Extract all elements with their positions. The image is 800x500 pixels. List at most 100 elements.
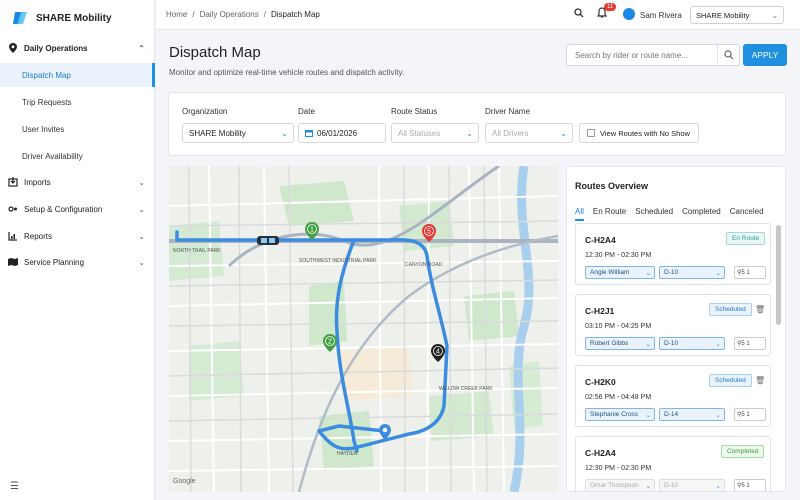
chevron-down-icon: ⌄ bbox=[645, 483, 651, 490]
map-canvas[interactable] bbox=[169, 166, 558, 492]
sidebar-item-label: Dispatch Map bbox=[22, 70, 71, 80]
sidebar-item-trip-requests[interactable]: Trip Requests bbox=[0, 90, 155, 114]
chevron-down-icon: ⌄ bbox=[138, 178, 145, 187]
vehicle-select[interactable]: D-10 ⌄ bbox=[659, 266, 725, 279]
sidebar-item-label: Driver Availability bbox=[22, 151, 83, 161]
app-name: SHARE Mobility bbox=[36, 12, 112, 24]
tab-en-route[interactable]: En Route bbox=[593, 207, 626, 221]
driver-select-value: Stephanie Cross bbox=[590, 411, 639, 418]
sidebar-section-service-planning[interactable]: Service Planning ⌄ bbox=[0, 249, 155, 275]
chevron-down-icon: ⌄ bbox=[138, 232, 145, 241]
driver-name-placeholder: All Drivers bbox=[492, 129, 529, 138]
app-logo[interactable]: SHARE Mobility bbox=[12, 10, 112, 26]
chevron-down-icon: ⌄ bbox=[138, 205, 145, 214]
chevron-down-icon: ⌄ bbox=[138, 258, 145, 267]
vehicle-select-value: D-10 bbox=[664, 269, 679, 276]
sidebar-section-imports[interactable]: Imports ⌄ bbox=[0, 169, 155, 195]
settings-icon bbox=[8, 204, 18, 214]
date-field[interactable]: 06/01/2026 bbox=[298, 123, 386, 143]
date-label: Date bbox=[298, 107, 315, 116]
breadcrumb-home[interactable]: Home bbox=[166, 10, 187, 19]
rider-count-value: 5 1 bbox=[741, 270, 750, 276]
route-name: C-H2K0 bbox=[585, 377, 616, 387]
organization-filter[interactable]: SHARE Mobility ⌄ bbox=[182, 123, 294, 143]
trash-icon[interactable]: 🗑 bbox=[755, 376, 765, 385]
status-badge: En Route bbox=[726, 232, 766, 245]
tab-scheduled[interactable]: Scheduled bbox=[635, 207, 673, 221]
chevron-down-icon: ⌄ bbox=[645, 412, 651, 419]
driver-select[interactable]: Stephanie Cross ⌄ bbox=[585, 408, 655, 421]
chevron-down-icon: ⌄ bbox=[281, 129, 288, 138]
map-label: NORTH TRAIL PARK bbox=[173, 248, 221, 254]
scrollbar[interactable] bbox=[776, 225, 781, 325]
route-status-filter[interactable]: All Statuses ⌄ bbox=[391, 123, 479, 143]
no-show-label: View Routes with No Show bbox=[600, 129, 690, 138]
tab-canceled[interactable]: Canceled bbox=[730, 207, 764, 221]
chevron-down-icon: ⌄ bbox=[715, 412, 721, 419]
rider-route-search[interactable] bbox=[566, 44, 740, 66]
tab-all[interactable]: All bbox=[575, 207, 584, 221]
search-input[interactable] bbox=[567, 45, 717, 65]
route-card[interactable]: C-H2A4 Completed 12:30 PM - 02:30 PM Oma… bbox=[575, 436, 771, 491]
sidebar-item-user-invites[interactable]: User Invites bbox=[0, 117, 155, 141]
search-icon[interactable] bbox=[717, 45, 739, 65]
collapse-menu-icon[interactable]: ☰ bbox=[10, 481, 19, 492]
breadcrumb-daily-operations[interactable]: Daily Operations bbox=[200, 10, 259, 19]
chevron-up-icon: ⌃ bbox=[138, 44, 145, 53]
route-name: C-H2A4 bbox=[585, 448, 616, 458]
vehicle-select-value: D-14 bbox=[664, 411, 679, 418]
routes-overview-panel: Routes Overview All En Route Scheduled C… bbox=[566, 166, 786, 492]
vehicle-select-value: D-10 bbox=[664, 482, 679, 489]
route-time: 03:10 PM - 04:25 PM bbox=[585, 323, 652, 330]
route-status-placeholder: All Statuses bbox=[398, 129, 441, 138]
sidebar-item-dispatch-map[interactable]: Dispatch Map bbox=[0, 63, 155, 87]
trash-icon[interactable]: 🗑 bbox=[755, 305, 765, 314]
vehicle-select: D-10 ⌄ bbox=[659, 479, 725, 491]
route-card[interactable]: C-H2J1 Scheduled 🗑 03:10 PM - 04:25 PM R… bbox=[575, 294, 771, 356]
vehicle-select[interactable]: D-14 ⌄ bbox=[659, 408, 725, 421]
sidebar-item-driver-availability[interactable]: Driver Availability bbox=[0, 144, 155, 168]
vehicle-select[interactable]: D-10 ⌄ bbox=[659, 337, 725, 350]
chevron-down-icon: ⌄ bbox=[466, 129, 473, 138]
sidebar-item-label: Trip Requests bbox=[22, 97, 72, 107]
sidebar-section-daily-operations[interactable]: Daily Operations ⌃ bbox=[0, 35, 155, 61]
chevron-down-icon: ⌄ bbox=[645, 341, 651, 348]
vehicle-icon[interactable] bbox=[257, 236, 279, 245]
tab-completed[interactable]: Completed bbox=[682, 207, 721, 221]
apply-button[interactable]: APPLY bbox=[743, 44, 787, 66]
route-card[interactable]: C-H2A4 En Route 12:30 PM - 02:30 PM Angi… bbox=[575, 223, 771, 285]
driver-select[interactable]: Robert Gibbs ⌄ bbox=[585, 337, 655, 350]
no-show-toggle[interactable]: View Routes with No Show bbox=[579, 123, 699, 143]
status-badge: Scheduled bbox=[709, 374, 752, 387]
rider-count: ⚲5 1 bbox=[734, 479, 766, 491]
user-name[interactable]: Sam Rivera bbox=[640, 11, 682, 20]
dispatch-map[interactable]: 1 2 4 5 NORTH TRAIL PARK SOUTHWEST INDUS… bbox=[169, 166, 558, 492]
page-title: Dispatch Map bbox=[169, 44, 261, 61]
driver-select-value: Omar Thompson bbox=[590, 482, 639, 489]
driver-select[interactable]: Angie William ⌄ bbox=[585, 266, 655, 279]
sidebar-section-reports[interactable]: Reports ⌄ bbox=[0, 223, 155, 249]
avatar[interactable] bbox=[623, 8, 635, 20]
route-status-label: Route Status bbox=[391, 107, 438, 116]
search-icon[interactable] bbox=[574, 8, 584, 21]
rider-count: ⚲5 1 bbox=[734, 266, 766, 279]
no-show-checkbox[interactable] bbox=[587, 129, 595, 137]
routes-overview-title: Routes Overview bbox=[575, 181, 649, 191]
organization-select[interactable]: SHARE Mobility ⌄ bbox=[690, 6, 784, 24]
organization-select-value: SHARE Mobility bbox=[696, 11, 750, 20]
vehicle-select-value: D-10 bbox=[664, 340, 679, 347]
notification-badge: 11 bbox=[604, 3, 617, 11]
routes-tabs: All En Route Scheduled Completed Cancele… bbox=[575, 207, 773, 221]
driver-name-label: Driver Name bbox=[485, 107, 530, 116]
breadcrumb-separator: / bbox=[192, 10, 195, 19]
route-time: 02:56 PM - 04:48 PM bbox=[585, 394, 652, 401]
chevron-down-icon: ⌄ bbox=[715, 341, 721, 348]
route-card[interactable]: C-H2K0 Scheduled 🗑 02:56 PM - 04:48 PM S… bbox=[575, 365, 771, 427]
driver-name-filter[interactable]: All Drivers ⌄ bbox=[485, 123, 573, 143]
sidebar-section-setup-configuration[interactable]: Setup & Configuration ⌄ bbox=[0, 196, 155, 222]
sidebar-item-label: User Invites bbox=[22, 124, 65, 134]
sidebar-section-label: Imports bbox=[24, 177, 51, 187]
rider-count-value: 5 1 bbox=[741, 483, 750, 489]
google-logo: Google bbox=[173, 478, 196, 485]
driver-select-value: Angie William bbox=[590, 269, 630, 276]
